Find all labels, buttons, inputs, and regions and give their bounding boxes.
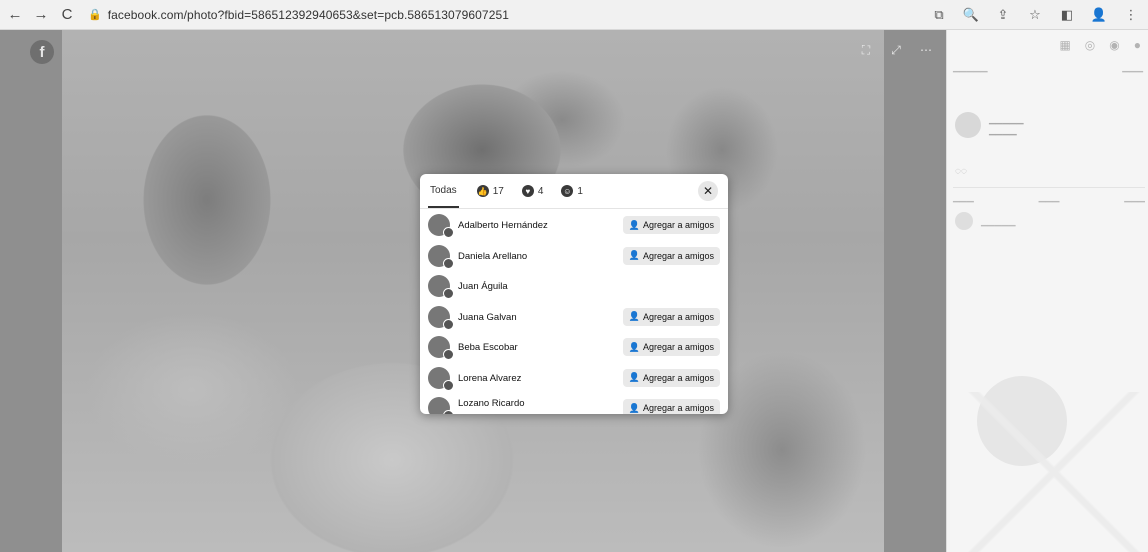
reactors-list: Adalberto Hernández 👤 Agregar a amigos Da… [420,210,728,414]
list-item: Lorena Alvarez 👤 Agregar a amigos [420,363,728,394]
list-item: Juan Águila [420,271,728,302]
avatar [955,212,973,230]
add-friend-label: Agregar a amigos [642,403,714,413]
like-count: 17 [492,185,504,197]
back-icon[interactable]: ← [4,4,26,26]
close-icon: ✕ [702,184,714,198]
list-item: Juana Galvan 👤 Agregar a amigos [420,302,728,333]
tab-care[interactable]: ☺ 1 [561,174,583,208]
love-count: 4 [537,185,544,197]
share-icon[interactable]: ⇪ [992,4,1014,26]
add-friend-icon: 👤 [628,311,640,321]
menu-icon[interactable]: ⋮ [1120,4,1142,26]
reactions-tabs: Todas 👍 17 ♥ 4 ☺ 1 ✕ [420,174,728,209]
tab-love[interactable]: ♥ 4 [521,174,544,208]
profile-icon[interactable]: 👤 [1088,4,1110,26]
list-item: Beba Escobar 👤 Agregar a amigos [420,332,728,363]
reaction-badge-icon [443,288,454,299]
list-item: Lozano Ricardo 👤 Agregar a amigos [420,393,728,414]
browser-toolbar: ← → C 🔒 facebook.com/photo?fbid=58651239… [0,0,1148,30]
reaction-badge-icon [443,257,454,269]
like-button[interactable]: ▁▁▁ [953,192,974,203]
expand-icon[interactable]: ⤢ [886,40,906,60]
reactor-name[interactable]: Juana Galvan [458,312,517,323]
add-friend-button[interactable]: 👤 Agregar a amigos [622,307,720,326]
reaction-badge-icon [443,227,454,238]
reaction-badge-icon [443,318,454,330]
sidebar-tabs: ▁▁▁▁▁ ▁▁▁ [953,62,1143,72]
sidepanel-icon[interactable]: ◧ [1056,4,1078,26]
reactor-name[interactable]: Juan Águila [458,281,508,292]
add-friend-label: Agregar a amigos [642,220,714,230]
add-friend-label: Agregar a amigos [642,372,714,383]
post-sidebar: ▦ ◎ ◉ ● ▁▁▁▁▁ ▁▁▁ ▁▁▁▁▁ ▁▁▁▁ ◌◌ ▁▁▁ ▁▁▁ ▁▁… [946,30,1148,552]
author-info: ▁▁▁▁▁ ▁▁▁▁ [989,114,1024,135]
add-friend-icon: 👤 [628,341,640,352]
comment-button[interactable]: ▁▁▁ [1039,192,1060,203]
tab-all-label: Todas [430,184,457,196]
add-friend-label: Agregar a amigos [642,250,714,261]
bookmark-star-icon[interactable]: ☆ [1024,4,1046,26]
comment-input[interactable]: ▁▁▁▁▁ [981,216,1016,227]
tab-all[interactable]: Todas [428,174,459,208]
add-friend-button[interactable]: 👤 Agregar a amigos [622,399,720,414]
list-item: Adalberto Hernández 👤 Agregar a amigos [420,210,728,241]
add-friend-button[interactable]: 👤 Agregar a amigos [622,216,720,234]
decorative-pattern [959,392,1148,552]
messenger-icon[interactable]: ◎ [1085,38,1095,52]
reactions-dialog: Todas 👍 17 ♥ 4 ☺ 1 ✕ Adalberto Hernández… [420,174,728,414]
add-friend-icon: 👤 [628,250,640,260]
reactor-name[interactable]: Beba Escobar [458,342,518,353]
notifications-icon[interactable]: ◉ [1109,38,1119,52]
forward-icon[interactable]: → [30,4,52,26]
add-friend-label: Agregar a amigos [642,311,714,322]
reaction-badge-icon [443,349,454,360]
fullscreen-icon[interactable]: ⛶ [856,40,876,60]
post-actions: ▁▁▁ ▁▁▁ ▁▁▁ [953,187,1145,203]
add-friend-icon: 👤 [628,402,640,413]
list-item: Daniela Arellano 👤 Agregar a amigos [420,241,728,272]
photo-tools: ⛶ ⤢ ⋯ [856,40,936,60]
reactor-name[interactable]: Adalberto Hernández [458,220,548,231]
sidebar-top-icons: ▦ ◎ ◉ ● [1059,38,1141,52]
install-icon[interactable]: ⧉ [928,4,950,26]
address-bar[interactable]: 🔒 facebook.com/photo?fbid=58651239294065… [88,4,509,26]
grid-icon[interactable]: ▦ [1059,38,1070,52]
reactor-name[interactable]: Lorena Alvarez [458,373,521,384]
zoom-icon[interactable]: 🔍 [960,4,982,26]
reactor-name[interactable]: Daniela Arellano [458,251,527,262]
add-friend-icon: 👤 [628,219,640,230]
like-icon: 👍 [476,185,489,197]
url-text[interactable]: facebook.com/photo?fbid=586512392940653&… [108,8,509,22]
comment-box[interactable]: ▁▁▁▁▁ [955,212,1016,230]
more-icon[interactable]: ⋯ [916,40,936,60]
reload-icon[interactable]: C [56,4,78,26]
account-icon[interactable]: ● [1134,38,1141,52]
reactor-name[interactable]: Lozano Ricardo [458,398,525,409]
lock-icon: 🔒 [88,9,102,21]
add-friend-label: Agregar a amigos [642,342,714,352]
tab-like[interactable]: 👍 17 [476,174,504,208]
care-icon: ☺ [561,185,574,197]
add-friend-button[interactable]: 👤 Agregar a amigos [622,368,720,387]
add-friend-icon: 👤 [628,372,640,382]
avatar[interactable] [955,112,981,138]
add-friend-button[interactable]: 👤 Agregar a amigos [622,338,720,356]
love-icon: ♥ [521,185,534,197]
post-author[interactable]: ▁▁▁▁▁ ▁▁▁▁ [955,112,1024,138]
facebook-logo-icon[interactable]: f [30,40,54,64]
close-button[interactable]: ✕ [698,181,718,201]
reaction-summary[interactable]: ◌◌ [955,166,967,177]
care-count: 1 [577,185,583,197]
add-friend-button[interactable]: 👤 Agregar a amigos [622,246,720,265]
reaction-badge-icon [443,379,454,391]
browser-actions: ⧉ 🔍 ⇪ ☆ ◧ 👤 ⋮ [928,4,1142,26]
reaction-badge-icon [443,410,454,414]
share-button[interactable]: ▁▁▁ [1124,192,1145,203]
